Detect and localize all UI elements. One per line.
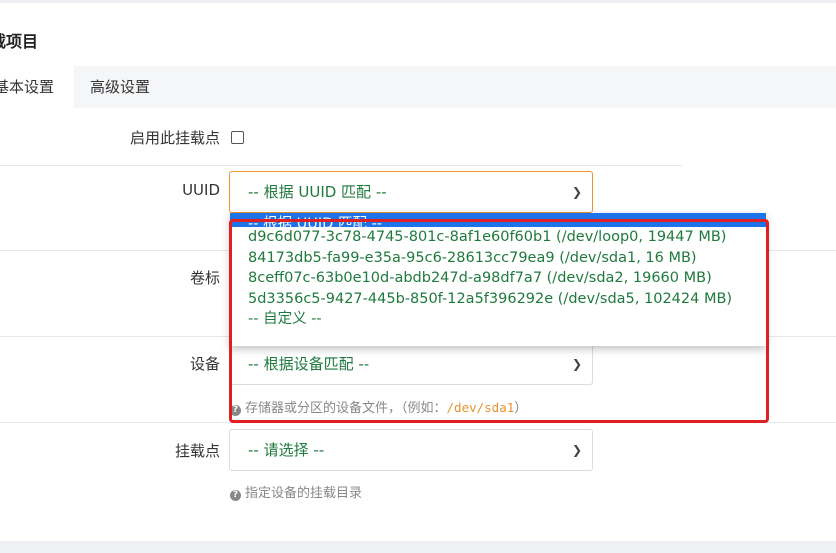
mountpoint-help: ? 指定设备的挂载目录 (230, 482, 362, 501)
tabs-bar: 基本设置 高级设置 (0, 66, 836, 108)
bottom-bar (0, 541, 836, 553)
device-select-value: -- 根据设备匹配 -- (248, 355, 370, 373)
tab-basic-settings[interactable]: 基本设置 (0, 66, 74, 108)
divider (0, 422, 836, 423)
uuid-dropdown-list: -- 根据 UUID 匹配 -- d9c6d077-3c78-4745-801c… (230, 213, 766, 346)
mountpoint-select-value: -- 请选择 -- (248, 441, 325, 459)
device-select[interactable]: -- 根据设备匹配 -- ❯ (229, 343, 593, 385)
mountpoint-label: 挂载点 (174, 442, 220, 460)
tab-advanced-settings[interactable]: 高级设置 (90, 66, 150, 108)
uuid-option[interactable]: 5d3356c5-9427-445b-850f-12a5f396292e (/d… (230, 289, 766, 310)
top-border (0, 0, 836, 3)
chevron-down-icon: ❯ (571, 357, 582, 371)
help-icon: ? (230, 490, 241, 501)
section-title: 载项目 (0, 32, 39, 51)
help-icon: ? (230, 405, 241, 416)
mountpoint-help-text: 指定设备的挂载目录 (245, 486, 363, 501)
divider (0, 165, 682, 166)
device-help-example: /dev/sda1 (446, 400, 515, 415)
uuid-select[interactable]: -- 根据 UUID 匹配 -- ❯ (229, 171, 593, 213)
uuid-select-value: -- 根据 UUID 匹配 -- (248, 183, 387, 201)
uuid-option[interactable]: 84173db5-fa99-e35a-95c6-28613cc79ea9 (/d… (230, 248, 766, 269)
enable-label: 启用此挂载点 (129, 129, 220, 147)
uuid-option-custom[interactable]: -- 自定义 -- (230, 309, 766, 330)
device-help-text: 存储器或分区的设备文件，（例如： (245, 401, 447, 416)
enable-checkbox[interactable] (231, 131, 244, 144)
uuid-option[interactable]: 8ceff07c-63b0e10d-abdb247d-a98df7a7 (/de… (230, 268, 766, 289)
device-help: ? 存储器或分区的设备文件，（例如：/dev/sda1） (230, 397, 527, 416)
volume-label-label: 卷标 (189, 269, 220, 287)
device-label: 设备 (189, 355, 220, 373)
chevron-down-icon: ❯ (571, 443, 582, 457)
mountpoint-select[interactable]: -- 请选择 -- ❯ (229, 429, 593, 471)
device-help-close: ） (514, 401, 528, 416)
uuid-label: UUID (182, 181, 220, 199)
uuid-option-selected[interactable]: -- 根据 UUID 匹配 -- (230, 213, 766, 227)
uuid-option[interactable]: d9c6d077-3c78-4745-801c-8af1e60f60b1 (/d… (230, 227, 766, 248)
chevron-down-icon: ❯ (571, 185, 582, 199)
